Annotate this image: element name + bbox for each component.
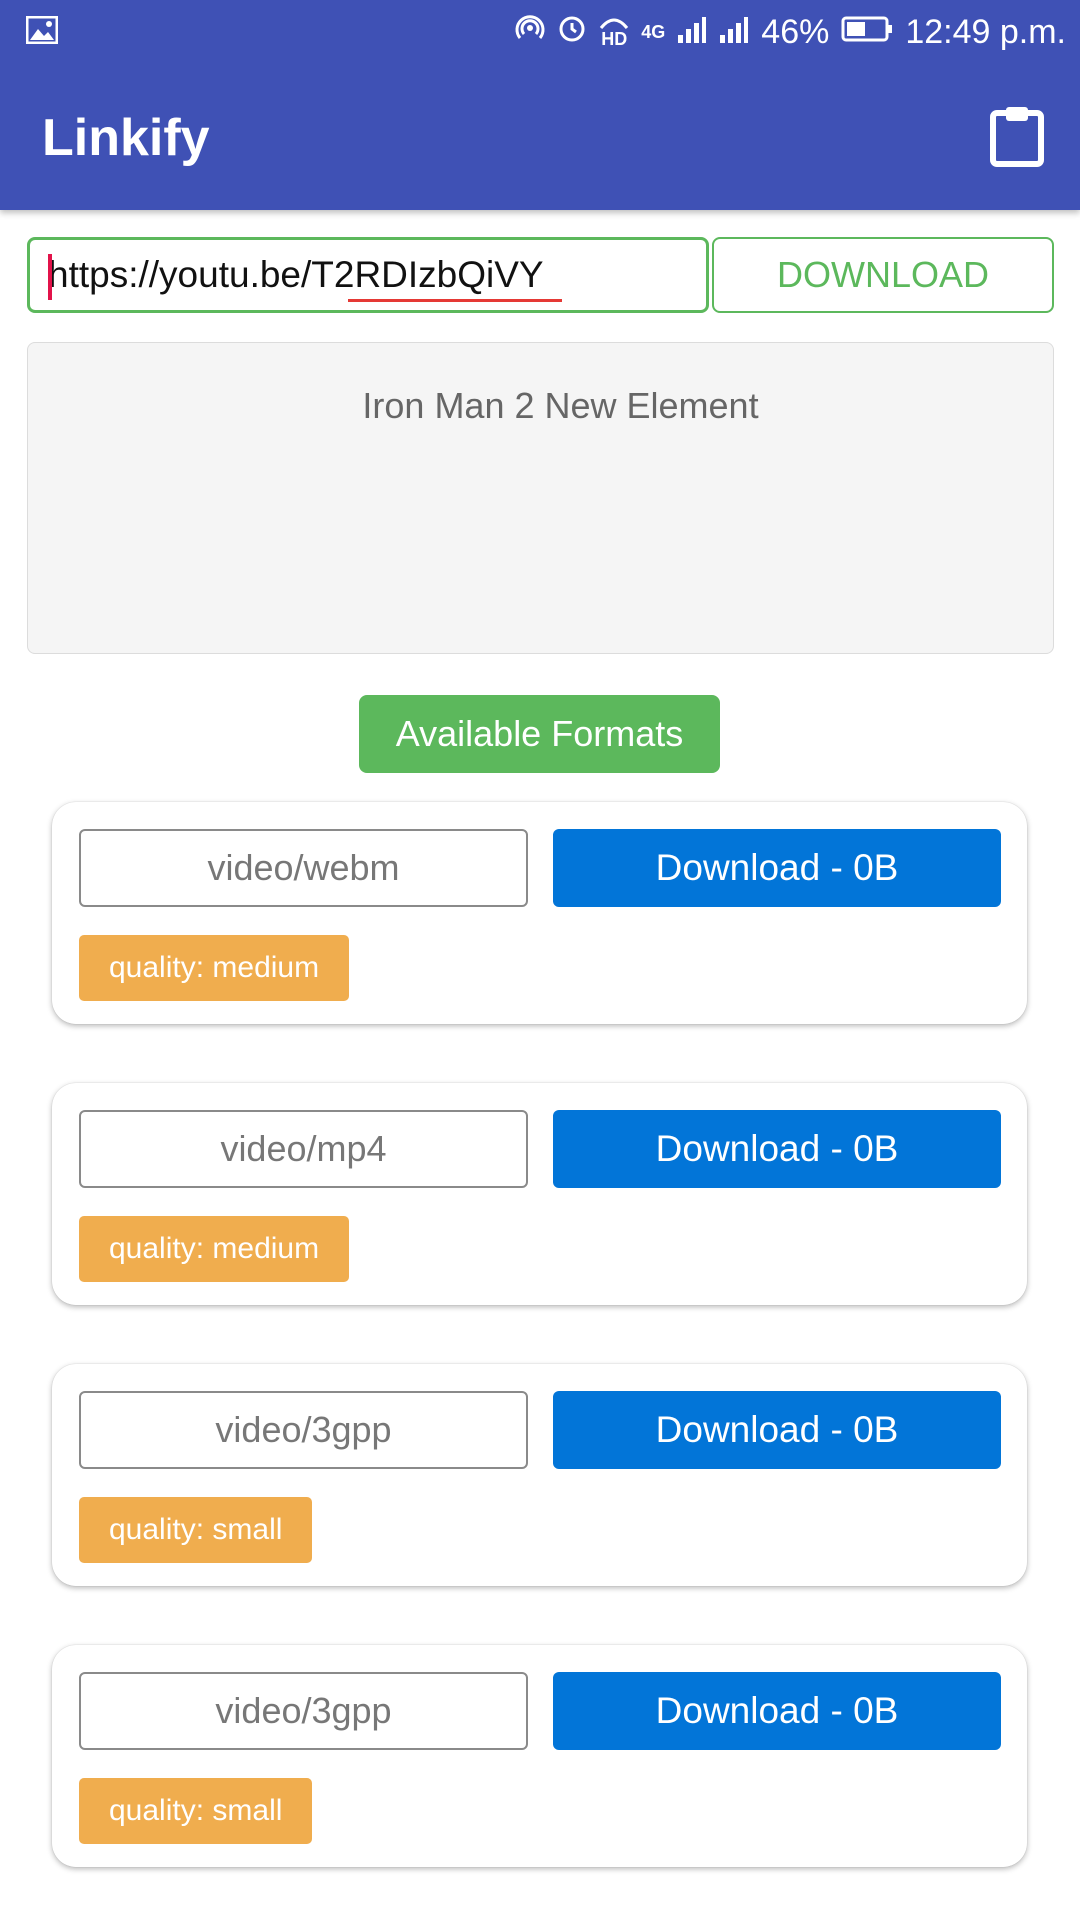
- app-title: Linkify: [42, 109, 210, 167]
- format-mime-type: video/webm: [79, 829, 528, 907]
- format-mime-type: video/3gpp: [79, 1391, 528, 1469]
- quality-badge: quality: medium: [79, 1216, 350, 1282]
- video-info-panel: Iron Man 2 New Element: [27, 342, 1054, 654]
- format-download-button[interactable]: Download - 0B: [553, 1391, 1001, 1469]
- format-download-button[interactable]: Download - 0B: [553, 1672, 1001, 1750]
- clock: 12:49 p.m.: [905, 12, 1066, 51]
- format-card: video/mp4 Download - 0B quality: medium: [52, 1083, 1027, 1305]
- alarm-icon: [557, 13, 587, 52]
- format-mime-type: video/mp4: [79, 1110, 528, 1188]
- hd-call-icon: HD: [599, 16, 629, 48]
- quality-badge: quality: small: [79, 1497, 313, 1563]
- hotspot-icon: [515, 13, 545, 52]
- format-download-button[interactable]: Download - 0B: [553, 829, 1001, 907]
- spellcheck-underline: [348, 299, 562, 302]
- app-header: HD 4G 46% 12:49 p.m. Linkify: [0, 0, 1080, 210]
- quality-badge: quality: small: [79, 1778, 313, 1844]
- format-card: video/3gpp Download - 0B quality: small: [52, 1364, 1027, 1586]
- format-download-button[interactable]: Download - 0B: [553, 1110, 1001, 1188]
- format-card: video/3gpp Download - 0B quality: small: [52, 1645, 1027, 1867]
- battery-percent: 46%: [761, 12, 830, 51]
- battery-icon: [841, 13, 893, 52]
- download-button[interactable]: DOWNLOAD: [712, 237, 1054, 313]
- quality-badge: quality: medium: [79, 935, 350, 1001]
- available-formats-button[interactable]: Available Formats: [359, 695, 720, 773]
- network-type: 4G: [641, 21, 666, 42]
- status-bar: HD 4G 46% 12:49 p.m.: [0, 0, 1080, 62]
- url-input-value: https://youtu.be/T2RDIzbQiVY: [48, 254, 544, 295]
- video-title: Iron Man 2 New Element: [362, 385, 759, 426]
- hd-label: HD: [601, 29, 628, 49]
- url-input[interactable]: https://youtu.be/T2RDIzbQiVY: [27, 237, 709, 313]
- signal-icon: [719, 13, 749, 52]
- clipboard-icon: [990, 107, 1044, 167]
- paste-clipboard-button[interactable]: [990, 105, 1044, 167]
- gallery-icon: [25, 15, 59, 49]
- format-mime-type: video/3gpp: [79, 1672, 528, 1750]
- format-card: video/webm Download - 0B quality: medium: [52, 802, 1027, 1024]
- signal-icon: [677, 13, 707, 52]
- text-cursor: [48, 254, 52, 300]
